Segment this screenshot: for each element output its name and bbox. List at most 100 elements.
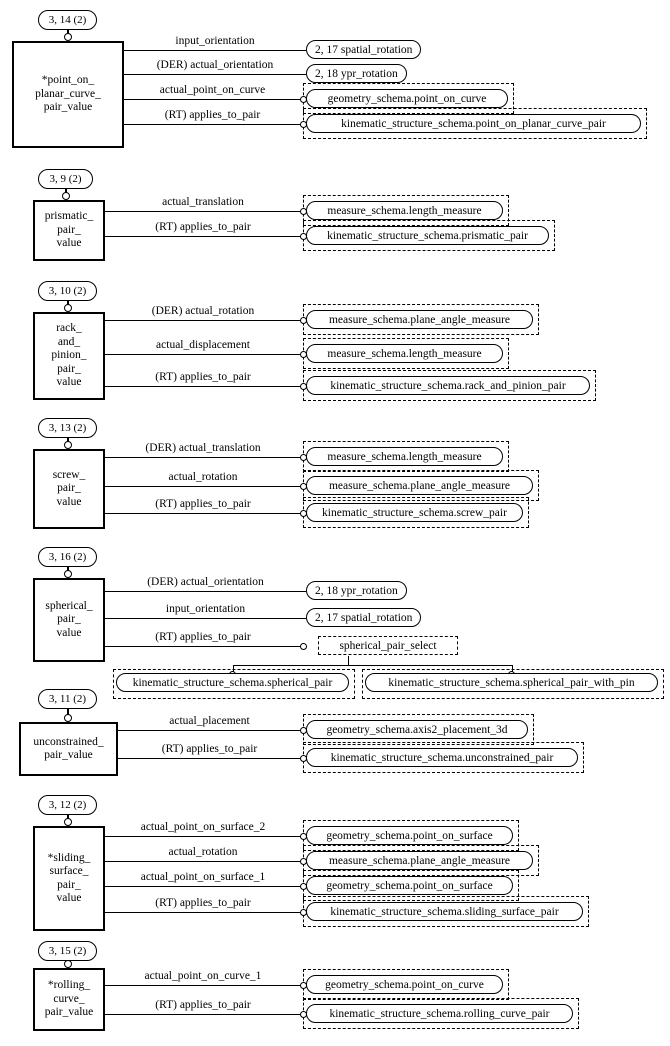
attribute-line — [105, 912, 301, 913]
attribute-label: input_orientation — [165, 603, 246, 615]
attribute-label: actual_placement — [169, 715, 250, 727]
interschema-reference-box: kinematic_structure_schema.point_on_plan… — [306, 114, 641, 133]
entity-box-prismatic_pair_value: prismatic_ pair_ value — [33, 200, 105, 261]
attribute-label: input_orientation — [175, 35, 255, 47]
attribute-line — [105, 386, 301, 387]
reference-label: measure_schema.plane_angle_measure — [328, 313, 511, 326]
entity-label: *sliding_ surface_ pair_ value — [47, 851, 91, 905]
entity-label: spherical_ pair_ value — [45, 599, 93, 639]
interschema-reference-box: kinematic_structure_schema.rack_and_pini… — [306, 376, 590, 395]
attribute-line — [105, 618, 306, 619]
attribute-endpoint-circle — [300, 382, 307, 390]
attribute-endpoint-circle — [300, 832, 307, 840]
reference-label: geometry_schema.point_on_surface — [326, 879, 493, 892]
entity-box-screw_pair_value: screw_ pair_ value — [33, 449, 105, 529]
attribute-endpoint-circle — [300, 908, 307, 916]
page-reference-prismatic_pair_value: 3, 9 (2) — [38, 169, 93, 189]
reference-label: kinematic_structure_schema.rack_and_pini… — [330, 379, 566, 392]
page-reference-target: 2, 17 spatial_rotation — [306, 608, 422, 627]
attribute-line — [105, 320, 301, 321]
page-reference-label: 3, 10 (2) — [48, 284, 87, 297]
attribute-label: (DER) actual_rotation — [151, 305, 255, 317]
reference-label: geometry_schema.point_on_curve — [327, 92, 487, 105]
attribute-label: (DER) actual_orientation — [156, 59, 274, 71]
attribute-label: (RT) applies_to_pair — [155, 897, 251, 909]
reference-label: kinematic_structure_schema.prismatic_pai… — [327, 229, 528, 242]
attribute-endpoint-circle — [300, 1010, 307, 1018]
supertype-connector-circle — [63, 441, 72, 449]
attribute-label: actual_point_on_curve_1 — [144, 970, 262, 982]
attribute-endpoint-circle — [300, 857, 307, 865]
interschema-reference-box: geometry_schema.point_on_curve — [306, 89, 508, 108]
interschema-reference-box: kinematic_structure_schema.sliding_surfa… — [306, 902, 583, 921]
attribute-endpoint-circle — [300, 882, 307, 890]
interschema-reference-box: measure_schema.plane_angle_measure — [306, 476, 533, 495]
supertype-connector-circle — [63, 960, 72, 968]
supertype-connector-circle — [63, 304, 72, 312]
page-reference-screw_pair_value: 3, 13 (2) — [38, 418, 97, 438]
entity-label: *point_on_ planar_curve_ pair_value — [35, 74, 101, 114]
attribute-label: actual_point_on_surface_2 — [140, 821, 266, 833]
reference-label: measure_schema.length_measure — [327, 204, 482, 217]
reference-label: kinematic_structure_schema.unconstrained… — [330, 751, 554, 764]
reference-label: geometry_schema.point_on_surface — [326, 829, 493, 842]
entity-box-spherical_pair_value: spherical_ pair_ value — [33, 578, 105, 662]
attribute-label: (RT) applies_to_pair — [155, 371, 251, 383]
entity-box-rack_and_pinion_pair_value: rack_ and_ pinion_ pair_ value — [33, 312, 105, 400]
page-reference-target: 2, 18 ypr_rotation — [306, 581, 407, 600]
entity-box-unconstrained_pair_value: unconstrained_ pair_value — [19, 722, 118, 776]
interschema-reference-box: measure_schema.length_measure — [306, 344, 503, 363]
attribute-endpoint-circle — [300, 509, 307, 517]
reference-label: measure_schema.plane_angle_measure — [328, 479, 511, 492]
attribute-endpoint-circle — [300, 726, 307, 734]
page-reference-label: 3, 12 (2) — [48, 798, 87, 811]
attribute-line — [105, 985, 301, 986]
express-g-diagram: 3, 14 (2) *point_on_ planar_curve_ pair_v… — [0, 0, 670, 1046]
reference-label: 2, 18 ypr_rotation — [315, 67, 398, 80]
attribute-line — [105, 354, 301, 355]
attribute-endpoint-circle — [300, 981, 307, 989]
attribute-line — [105, 236, 301, 237]
supertype-connector-circle — [61, 192, 70, 200]
interschema-reference-box: kinematic_structure_schema.unconstrained… — [306, 748, 578, 767]
attribute-label: (DER) actual_orientation — [147, 576, 264, 588]
interschema-reference-box: measure_schema.length_measure — [306, 447, 503, 466]
attribute-endpoint-circle — [300, 754, 307, 762]
entity-label: screw_ pair_ value — [52, 468, 86, 508]
select-type-label: spherical_pair_select — [339, 639, 437, 652]
attribute-line — [105, 646, 301, 647]
attribute-line — [105, 861, 301, 862]
reference-label: 2, 17 spatial_rotation — [315, 611, 413, 624]
interschema-reference-box: kinematic_structure_schema.prismatic_pai… — [306, 226, 549, 245]
attribute-line — [105, 591, 306, 592]
select-type-box: spherical_pair_select — [318, 636, 458, 655]
page-reference-label: 3, 9 (2) — [49, 172, 82, 185]
attribute-label: actual_rotation — [168, 846, 238, 858]
attribute-label: actual_point_on_surface_1 — [140, 871, 266, 883]
select-option-box: kinematic_structure_schema.spherical_pai… — [116, 673, 349, 692]
interschema-reference-box: measure_schema.plane_angle_measure — [306, 310, 533, 329]
supertype-connector-circle — [63, 33, 72, 41]
page-reference-target: 2, 17 spatial_rotation — [306, 40, 422, 59]
supertype-connector-circle — [63, 714, 72, 722]
attribute-label: actual_rotation — [168, 471, 238, 483]
interschema-reference-box: measure_schema.plane_angle_measure — [306, 851, 533, 870]
attribute-endpoint-circle — [300, 207, 307, 215]
attribute-label: actual_point_on_curve — [159, 84, 266, 96]
attribute-label: (RT) applies_to_pair — [155, 221, 251, 233]
reference-label: kinematic_structure_schema.sliding_surfa… — [330, 905, 559, 918]
reference-label: kinematic_structure_schema.screw_pair — [322, 506, 507, 519]
entity-label: *rolling_ curve_ pair_value — [44, 979, 94, 1019]
attribute-endpoint-circle — [300, 350, 307, 358]
select-option-box: kinematic_structure_schema.spherical_pai… — [365, 673, 658, 692]
interschema-reference-box: geometry_schema.point_on_surface — [306, 876, 513, 895]
page-reference-label: 3, 13 (2) — [48, 421, 87, 434]
entity-label: unconstrained_ pair_value — [33, 735, 104, 762]
page-reference-rolling_curve_pair_value: 3, 15 (2) — [38, 941, 97, 961]
attribute-endpoint-circle — [300, 120, 307, 128]
interschema-reference-box: geometry_schema.point_on_curve — [306, 975, 503, 994]
attribute-line — [124, 50, 306, 51]
select-option-label: kinematic_structure_schema.spherical_pai… — [132, 676, 333, 689]
interschema-reference-box: measure_schema.length_measure — [306, 201, 503, 220]
attribute-label: actual_displacement — [156, 339, 250, 351]
